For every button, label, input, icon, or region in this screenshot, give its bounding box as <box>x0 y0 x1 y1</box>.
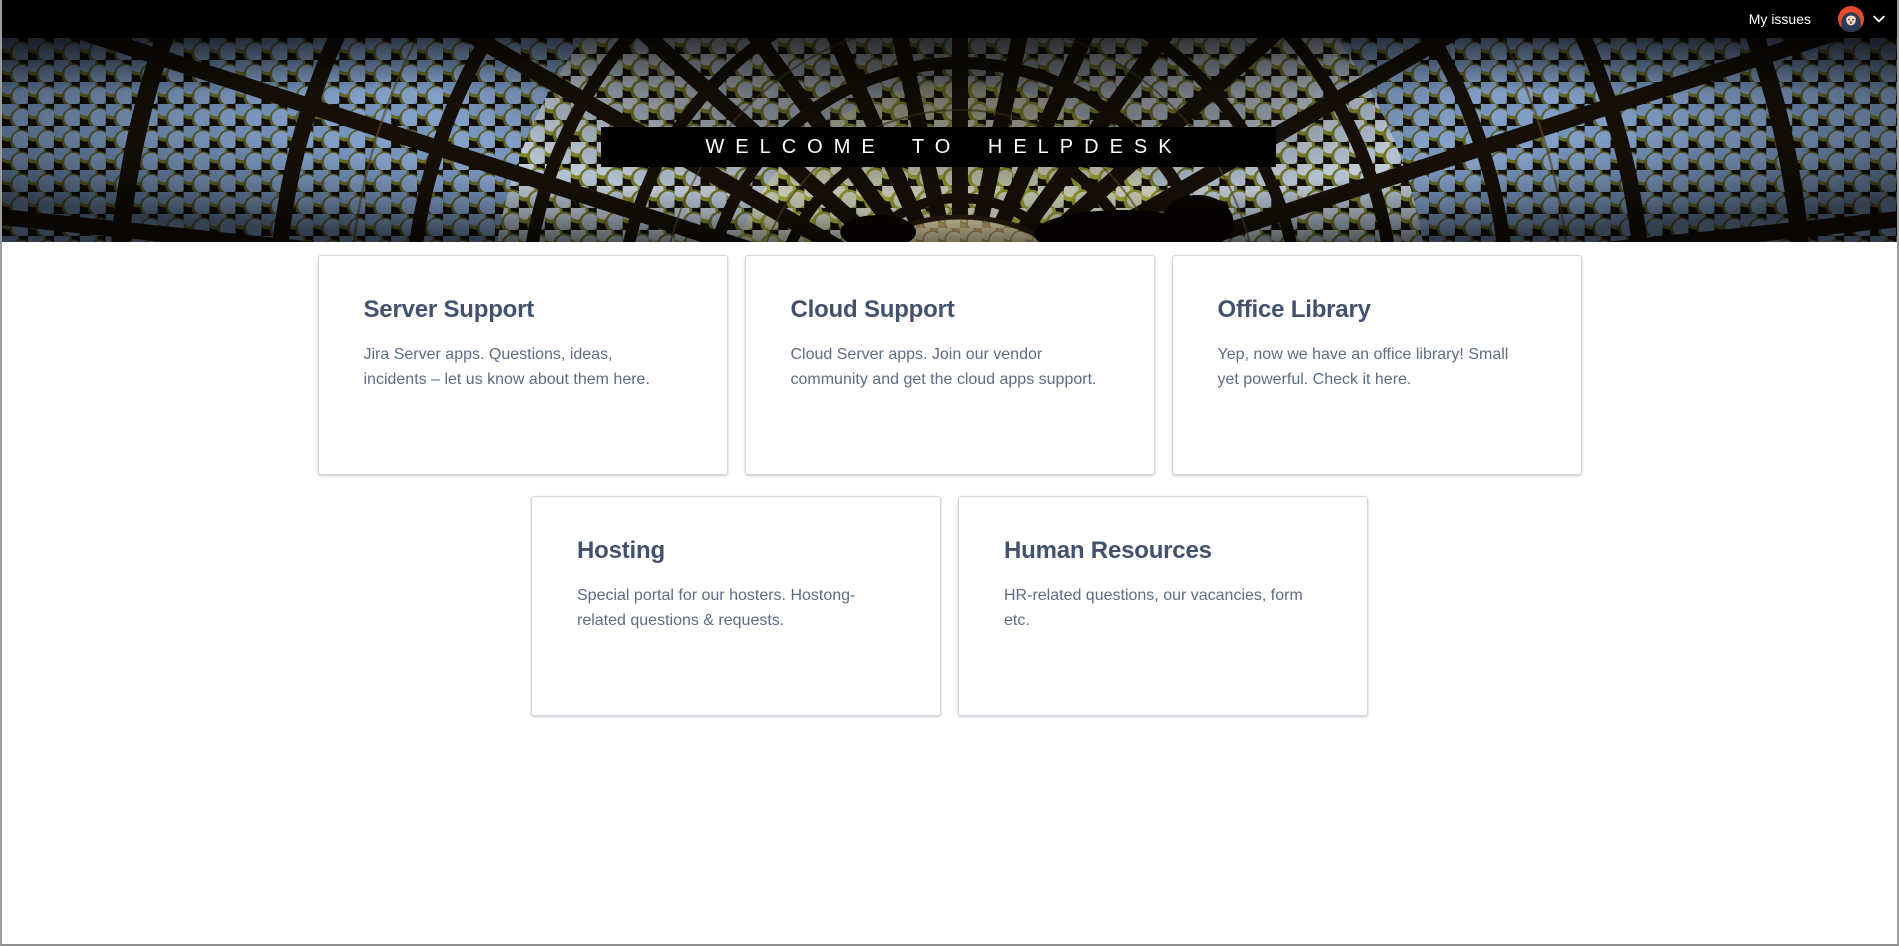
card-description: Special portal for our hosters. Hostong-… <box>577 583 895 633</box>
helpdesk-portal-page: My issues <box>0 0 1899 946</box>
card-description: HR-related questions, our vacancies, for… <box>1004 583 1322 633</box>
card-office-library[interactable]: Office Library Yep, now we have an offic… <box>1172 255 1582 475</box>
card-hosting[interactable]: Hosting Special portal for our hosters. … <box>531 496 941 716</box>
user-profile-menu[interactable] <box>1838 6 1885 32</box>
portal-cards-section: Server Support Jira Server apps. Questio… <box>2 255 1897 716</box>
card-server-support[interactable]: Server Support Jira Server apps. Questio… <box>318 255 728 475</box>
card-description-line: etc. <box>1004 608 1322 633</box>
card-row-2: Hosting Special portal for our hosters. … <box>531 496 1368 716</box>
card-description-line: Yep, now we have an office library! Smal… <box>1218 342 1536 367</box>
hero-banner: WELCOME TO HELPDESK <box>2 38 1897 242</box>
welcome-banner: WELCOME TO HELPDESK <box>601 127 1276 167</box>
card-description: Jira Server apps. Questions, ideas, inci… <box>364 342 682 392</box>
card-description-line: incidents – let us know about them here. <box>364 367 682 392</box>
card-row-1: Server Support Jira Server apps. Questio… <box>318 255 1582 475</box>
card-description-line: related questions & requests. <box>577 608 895 633</box>
card-title: Server Support <box>364 296 682 324</box>
card-description-line: Cloud Server apps. Join our vendor <box>791 342 1109 367</box>
card-description-line: yet powerful. Check it here. <box>1218 367 1536 392</box>
card-description-line: Special portal for our hosters. Hostong- <box>577 583 895 608</box>
card-description: Cloud Server apps. Join our vendor commu… <box>791 342 1109 392</box>
card-title: Cloud Support <box>791 296 1109 324</box>
chevron-down-icon <box>1864 15 1885 23</box>
card-cloud-support[interactable]: Cloud Support Cloud Server apps. Join ou… <box>745 255 1155 475</box>
card-title: Hosting <box>577 537 895 565</box>
card-human-resources[interactable]: Human Resources HR-related questions, ou… <box>958 496 1368 716</box>
top-app-bar: My issues <box>2 0 1897 38</box>
card-description: Yep, now we have an office library! Smal… <box>1218 342 1536 392</box>
my-issues-link[interactable]: My issues <box>1743 0 1817 39</box>
card-title: Office Library <box>1218 296 1536 324</box>
user-avatar-icon <box>1838 6 1864 32</box>
card-description-line: community and get the cloud apps support… <box>791 367 1109 392</box>
card-description-line: HR-related questions, our vacancies, for… <box>1004 583 1322 608</box>
welcome-banner-title: WELCOME TO HELPDESK <box>694 136 1182 159</box>
card-title: Human Resources <box>1004 537 1322 565</box>
card-description-line: Jira Server apps. Questions, ideas, <box>364 342 682 367</box>
